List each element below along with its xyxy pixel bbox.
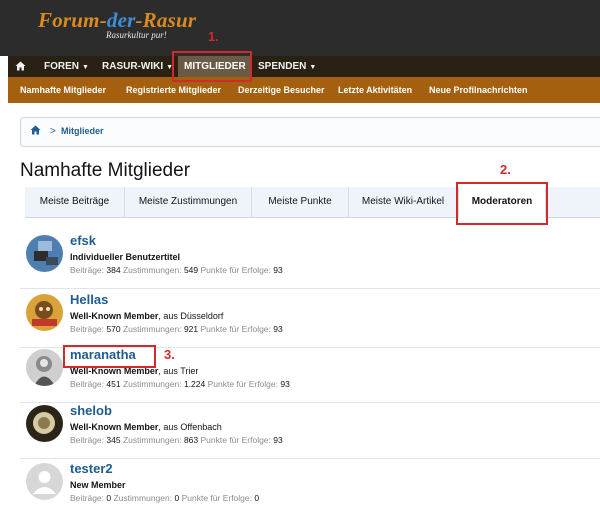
avatar-image [26, 349, 63, 386]
likes-value: 0 [174, 493, 180, 503]
breadcrumb-mitglieder[interactable]: Mitglieder [61, 126, 104, 136]
member-row: shelob Well-Known Member, aus Offenbach … [20, 400, 600, 459]
likes-label: Zustimmungen: [122, 435, 182, 445]
member-stats: Beiträge: 570 Zustimmungen: 921 Punkte f… [70, 324, 283, 334]
nav-foren[interactable]: FOREN ▼ [44, 56, 89, 77]
nav-rasur-wiki[interactable]: RASUR-WIKI ▼ [102, 56, 173, 77]
likes-value: 921 [183, 324, 199, 334]
member-name[interactable]: Hellas [70, 292, 108, 307]
main-nav: FOREN ▼ RASUR-WIKI ▼ MITGLIEDER SPENDEN ▼ [8, 56, 600, 77]
subnav-neue-profilnachrichten[interactable]: Neue Profilnachrichten [429, 77, 528, 103]
nav-foren-label: FOREN [44, 61, 79, 72]
points-value: 93 [280, 379, 290, 389]
logo-text-part2: der [106, 8, 136, 32]
avatar-image [26, 294, 63, 331]
member-stats: Beiträge: 451 Zustimmungen: 1.224 Punkte… [70, 379, 290, 389]
member-name[interactable]: shelob [70, 403, 112, 418]
chevron-down-icon: ▼ [309, 64, 317, 71]
avatar[interactable] [26, 294, 63, 331]
likes-value: 863 [183, 435, 199, 445]
posts-label: Beiträge: [70, 265, 105, 275]
site-header: Forum-der-Rasur Rasurkultur pur! [0, 0, 600, 56]
member-title-text: Well-Known Member [70, 422, 159, 432]
nav-wiki-label: RASUR-WIKI [102, 61, 164, 72]
likes-label: Zustimmungen: [122, 379, 182, 389]
logo-text-part3: -Rasur [135, 8, 197, 32]
posts-label: Beiträge: [70, 493, 105, 503]
avatar-image [26, 235, 63, 272]
points-label: Punkte für Erfolge: [200, 435, 271, 445]
home-icon[interactable] [30, 125, 41, 135]
tab-meiste-wiki-artikel[interactable]: Meiste Wiki-Artikel [349, 187, 458, 217]
posts-value: 384 [106, 265, 121, 275]
nav-home[interactable] [15, 56, 26, 77]
points-label: Punkte für Erfolge: [200, 324, 271, 334]
logo-text-part1: Forum- [38, 8, 107, 32]
posts-label: Beiträge: [70, 379, 105, 389]
member-title-text: New Member [70, 480, 126, 490]
subnav-letzte-aktivitaeten[interactable]: Letzte Aktivitäten [338, 77, 412, 103]
points-value: 93 [273, 324, 283, 334]
home-icon [15, 61, 26, 71]
avatar[interactable] [26, 349, 63, 386]
annotation-label-1: 1. [208, 29, 219, 44]
member-location: , aus Offenbach [158, 422, 222, 432]
points-label: Punkte für Erfolge: [181, 493, 252, 503]
member-title-text: Individueller Benutzertitel [70, 252, 181, 262]
member-title: Well-Known Member, aus Düsseldorf [70, 311, 223, 321]
nav-spenden[interactable]: SPENDEN ▼ [258, 56, 316, 77]
annotation-box-1 [172, 51, 252, 82]
likes-value: 549 [183, 265, 199, 275]
member-row: Hellas Well-Known Member, aus Düsseldorf… [20, 289, 600, 348]
avatar[interactable] [26, 235, 63, 272]
points-label: Punkte für Erfolge: [207, 379, 278, 389]
annotation-label-3: 3. [164, 347, 175, 362]
chevron-down-icon: ▼ [82, 64, 89, 71]
member-title: Well-Known Member, aus Offenbach [70, 422, 222, 432]
member-name[interactable]: efsk [70, 233, 96, 248]
posts-value: 0 [106, 493, 112, 503]
subnav-namhafte-mitglieder[interactable]: Namhafte Mitglieder [20, 77, 106, 103]
member-title: Individueller Benutzertitel [70, 252, 180, 262]
points-value: 93 [273, 265, 283, 275]
points-label: Punkte für Erfolge: [200, 265, 271, 275]
member-stats: Beiträge: 384 Zustimmungen: 549 Punkte f… [70, 265, 283, 275]
points-value: 93 [273, 435, 283, 445]
posts-value: 451 [106, 379, 121, 389]
nav-spenden-label: SPENDEN [258, 61, 307, 72]
logo-tagline: Rasurkultur pur! [106, 30, 167, 40]
tab-meiste-beitraege[interactable]: Meiste Beiträge [25, 187, 125, 217]
member-title: New Member [70, 480, 126, 490]
page-title: Namhafte Mitglieder [20, 160, 191, 181]
member-name[interactable]: tester2 [70, 461, 113, 476]
likes-label: Zustimmungen: [122, 324, 182, 334]
annotation-box-3 [63, 345, 156, 368]
likes-value: 1.224 [183, 379, 206, 389]
annotation-label-2: 2. [500, 162, 511, 177]
member-location: , aus Düsseldorf [158, 311, 224, 321]
sub-nav: Namhafte Mitglieder Registrierte Mitglie… [8, 77, 600, 103]
breadcrumb: > Mitglieder [20, 117, 600, 147]
posts-label: Beiträge: [70, 324, 105, 334]
points-value: 0 [254, 493, 260, 503]
tab-meiste-zustimmungen[interactable]: Meiste Zustimmungen [125, 187, 252, 217]
member-location: , aus Trier [158, 366, 199, 376]
default-avatar-icon [26, 463, 63, 500]
likes-label: Zustimmungen: [113, 493, 173, 503]
avatar[interactable] [26, 405, 63, 442]
member-row: efsk Individueller Benutzertitel Beiträg… [20, 230, 600, 289]
likes-label: Zustimmungen: [122, 265, 182, 275]
avatar[interactable] [26, 463, 63, 500]
posts-value: 345 [106, 435, 121, 445]
member-row: tester2 New Member Beiträge: 0 Zustimmun… [20, 458, 600, 516]
annotation-box-2 [456, 182, 548, 225]
tab-meiste-punkte[interactable]: Meiste Punkte [252, 187, 349, 217]
breadcrumb-separator: > [50, 126, 56, 137]
posts-value: 570 [106, 324, 121, 334]
member-stats: Beiträge: 345 Zustimmungen: 863 Punkte f… [70, 435, 283, 445]
avatar-image [26, 405, 63, 442]
member-stats: Beiträge: 0 Zustimmungen: 0 Punkte für E… [70, 493, 259, 503]
posts-label: Beiträge: [70, 435, 105, 445]
member-title-text: Well-Known Member [70, 311, 159, 321]
